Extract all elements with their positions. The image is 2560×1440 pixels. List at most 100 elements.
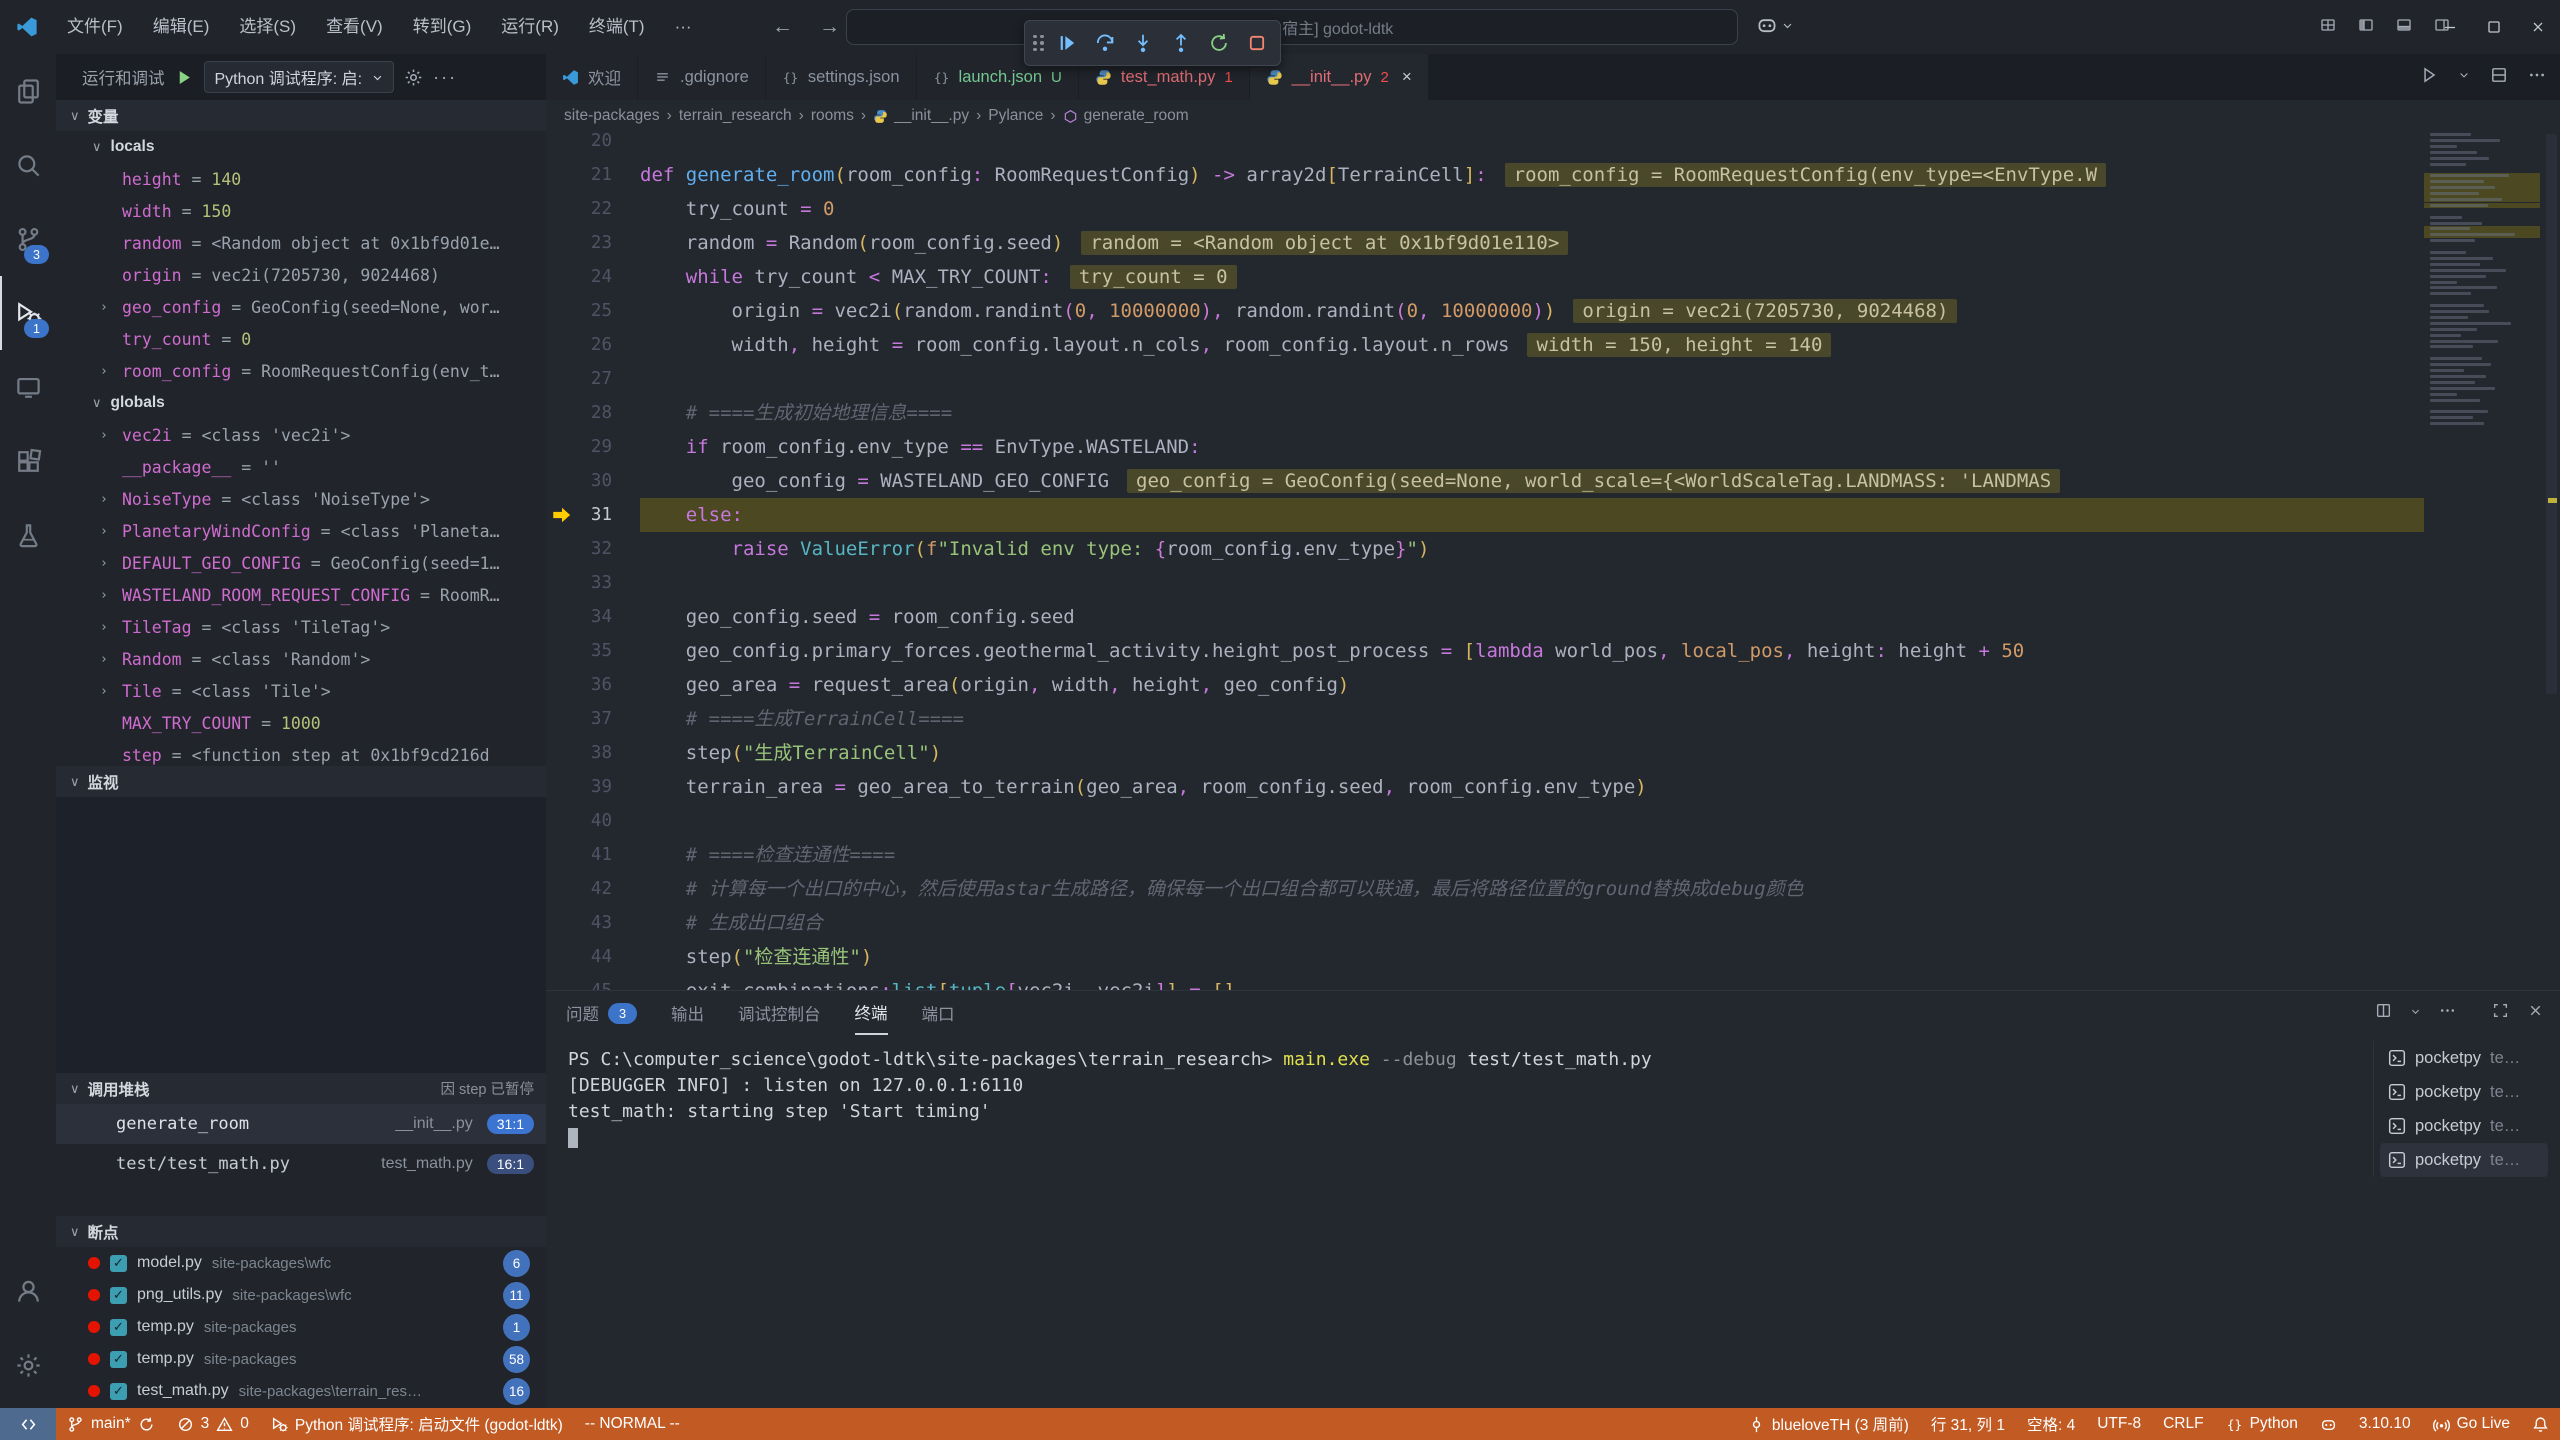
breakpoint-test_math.py[interactable]: ✓test_math.pysite-packages\terrain_res…1… — [56, 1375, 546, 1407]
maximize-button[interactable] — [2472, 0, 2516, 54]
variable-room_config[interactable]: ›room_config = RoomRequestConfig(env_t… — [56, 355, 546, 387]
layout-sidebar-left-button[interactable] — [2358, 17, 2374, 38]
breadcrumb-site-packages[interactable]: site-packages — [564, 107, 660, 125]
continue-button[interactable] — [1052, 28, 1082, 58]
debug-config-dropdown[interactable]: Python 调试程序: 启: — [204, 61, 395, 93]
layout-panel-button[interactable] — [2396, 17, 2412, 38]
panel-split-button[interactable] — [2375, 1002, 2392, 1024]
variable-TileTag[interactable]: ›TileTag = <class 'TileTag'> — [56, 611, 546, 643]
scrollbar-thumb[interactable] — [2546, 134, 2557, 694]
panel-tab-调试控制台[interactable]: 调试控制台 — [738, 991, 821, 1035]
close-button[interactable] — [2516, 0, 2560, 54]
breadcrumb-rooms[interactable]: rooms — [811, 107, 854, 125]
code-line-29[interactable]: 29 if room_config.env_type == EnvType.WA… — [546, 430, 2424, 464]
status-go-live[interactable]: Go Live — [2422, 1408, 2521, 1440]
overview-ruler[interactable] — [2540, 100, 2560, 990]
step-into-button[interactable] — [1128, 28, 1158, 58]
panel-tab-问题[interactable]: 问题3 — [566, 991, 637, 1035]
activity-explorer[interactable] — [0, 54, 56, 128]
status-copilot[interactable] — [2309, 1408, 2348, 1440]
code-line-22[interactable]: 22 try_count = 0 — [546, 192, 2424, 226]
variable-MAX_TRY_COUNT[interactable]: MAX_TRY_COUNT = 1000 — [56, 707, 546, 739]
stop-button[interactable] — [1242, 28, 1272, 58]
drag-handle[interactable] — [1033, 35, 1044, 52]
breadcrumb-Pylance[interactable]: Pylance — [988, 107, 1043, 125]
callstack-section-header[interactable]: ∨调用堆栈 因 step 已暂停 — [56, 1073, 546, 1104]
status-language[interactable]: {}Python — [2215, 1408, 2309, 1440]
variable-WASTELAND_ROOM_REQUEST_CONFIG[interactable]: ›WASTELAND_ROOM_REQUEST_CONFIG = RoomR… — [56, 579, 546, 611]
panel-tab-端口[interactable]: 端口 — [922, 991, 955, 1035]
stack-frame-test/test_math.py[interactable]: test/test_math.pytest_math.py16:1 — [56, 1144, 546, 1184]
code-line-40[interactable]: 40 — [546, 804, 2424, 838]
code-line-39[interactable]: 39 terrain_area = geo_area_to_terrain(ge… — [546, 770, 2424, 804]
status-cursor-position[interactable]: 行 31, 列 1 — [1920, 1408, 2016, 1440]
terminal-item-pocketpy[interactable]: pocketpyte… — [2380, 1075, 2548, 1109]
breakpoint-checkbox[interactable]: ✓ — [110, 1287, 127, 1304]
status-encoding[interactable]: UTF-8 — [2086, 1408, 2152, 1440]
code-line-41[interactable]: 41 # ====检查连通性==== — [546, 838, 2424, 872]
variable-random[interactable]: random = <Random object at 0x1bf9d01e… — [56, 227, 546, 259]
activity-accounts[interactable] — [0, 1254, 56, 1328]
code-line-35[interactable]: 35 geo_config.primary_forces.geothermal_… — [546, 634, 2424, 668]
code-line-32[interactable]: 32 raise ValueError(f"Invalid env type: … — [546, 532, 2424, 566]
status-problems[interactable]: 30 — [166, 1408, 260, 1440]
stack-frame-generate_room[interactable]: generate_room__init__.py31:1 — [56, 1104, 546, 1144]
command-center-search[interactable]: [扩展开发宿主] godot-ldtk — [846, 9, 1738, 45]
code-line-34[interactable]: 34 geo_config.seed = room_config.seed — [546, 600, 2424, 634]
remote-indicator[interactable] — [0, 1408, 56, 1440]
panel-tab-终端[interactable]: 终端 — [855, 991, 888, 1035]
status-git-blame[interactable]: blueloveTH (3 周前) — [1737, 1408, 1920, 1440]
nav-forward-button[interactable]: → — [819, 15, 840, 39]
code-line-33[interactable]: 33 — [546, 566, 2424, 600]
code-line-30[interactable]: 30 geo_config = WASTELAND_GEO_CONFIGgeo_… — [546, 464, 2424, 498]
copilot-button[interactable] — [1756, 14, 1793, 36]
code-line-21[interactable]: 21def generate_room(room_config: RoomReq… — [546, 158, 2424, 192]
code-line-23[interactable]: 23 random = Random(room_config.seed)rand… — [546, 226, 2424, 260]
tab-settings.json[interactable]: {}settings.json — [766, 54, 917, 100]
code-line-43[interactable]: 43 # 生成出口组合 — [546, 906, 2424, 940]
menu-终端(T)[interactable]: 终端(T) — [574, 0, 660, 54]
variable-origin[interactable]: origin = vec2i(7205730, 9024468) — [56, 259, 546, 291]
step-over-button[interactable] — [1090, 28, 1120, 58]
code-line-31[interactable]: 31 else: — [546, 498, 2424, 532]
status-indentation[interactable]: 空格: 4 — [2016, 1408, 2086, 1440]
chevron-down-button[interactable] — [2410, 1004, 2421, 1022]
minimize-button[interactable] — [2428, 0, 2472, 54]
close-icon[interactable]: × — [1402, 67, 1412, 87]
terminal-item-pocketpy[interactable]: pocketpyte… — [2380, 1109, 2548, 1143]
run-button[interactable] — [2420, 66, 2438, 89]
variable-PlanetaryWindConfig[interactable]: ›PlanetaryWindConfig = <class 'Planeta… — [56, 515, 546, 547]
panel-maximize-button[interactable] — [2492, 1002, 2509, 1024]
status-notifications[interactable] — [2521, 1408, 2560, 1440]
watch-section-header[interactable]: ∨监视 — [56, 766, 546, 797]
status-debug-config[interactable]: Python 调试程序: 启动文件 (godot-ldtk) — [260, 1408, 574, 1440]
breakpoint-model.py[interactable]: ✓model.pysite-packages\wfc6 — [56, 1247, 546, 1279]
layout-grid-button[interactable] — [2320, 17, 2336, 38]
variable-step[interactable]: step = <function step at 0x1bf9cd216d — [56, 739, 546, 766]
more-button[interactable] — [2528, 66, 2546, 89]
menu-选择(S)[interactable]: 选择(S) — [224, 0, 311, 54]
code-line-27[interactable]: 27 — [546, 362, 2424, 396]
activity-search[interactable] — [0, 128, 56, 202]
activity-manage[interactable] — [0, 1328, 56, 1402]
activity-run-and-debug[interactable]: 1 — [0, 276, 56, 350]
terminal-item-pocketpy[interactable]: pocketpyte… — [2380, 1041, 2548, 1075]
menu-转到(G)[interactable]: 转到(G) — [398, 0, 487, 54]
breakpoint-png_utils.py[interactable]: ✓png_utils.pysite-packages\wfc11 — [56, 1279, 546, 1311]
menu-文件(F)[interactable]: 文件(F) — [52, 0, 138, 54]
split-editor-button[interactable] — [2490, 66, 2508, 89]
breakpoint-checkbox[interactable]: ✓ — [110, 1255, 127, 1272]
breakpoint-temp.py[interactable]: ✓temp.pysite-packages1 — [56, 1311, 546, 1343]
code-line-44[interactable]: 44 step("检查连通性") — [546, 940, 2424, 974]
breadcrumb-terrain_research[interactable]: terrain_research — [679, 107, 792, 125]
variable-NoiseType[interactable]: ›NoiseType = <class 'NoiseType'> — [56, 483, 546, 515]
scope-locals[interactable]: ∨locals — [56, 131, 546, 163]
step-out-button[interactable] — [1166, 28, 1196, 58]
close-button[interactable] — [2527, 1002, 2544, 1024]
code-line-36[interactable]: 36 geo_area = request_area(origin, width… — [546, 668, 2424, 702]
breakpoint-temp.py[interactable]: ✓temp.pysite-packages58 — [56, 1343, 546, 1375]
chevron-down-button[interactable] — [2458, 68, 2470, 86]
code-line-26[interactable]: 26 width, height = room_config.layout.n_… — [546, 328, 2424, 362]
tab-欢迎[interactable]: 欢迎 — [546, 54, 638, 100]
tab-.gdignore[interactable]: .gdignore — [638, 54, 766, 100]
